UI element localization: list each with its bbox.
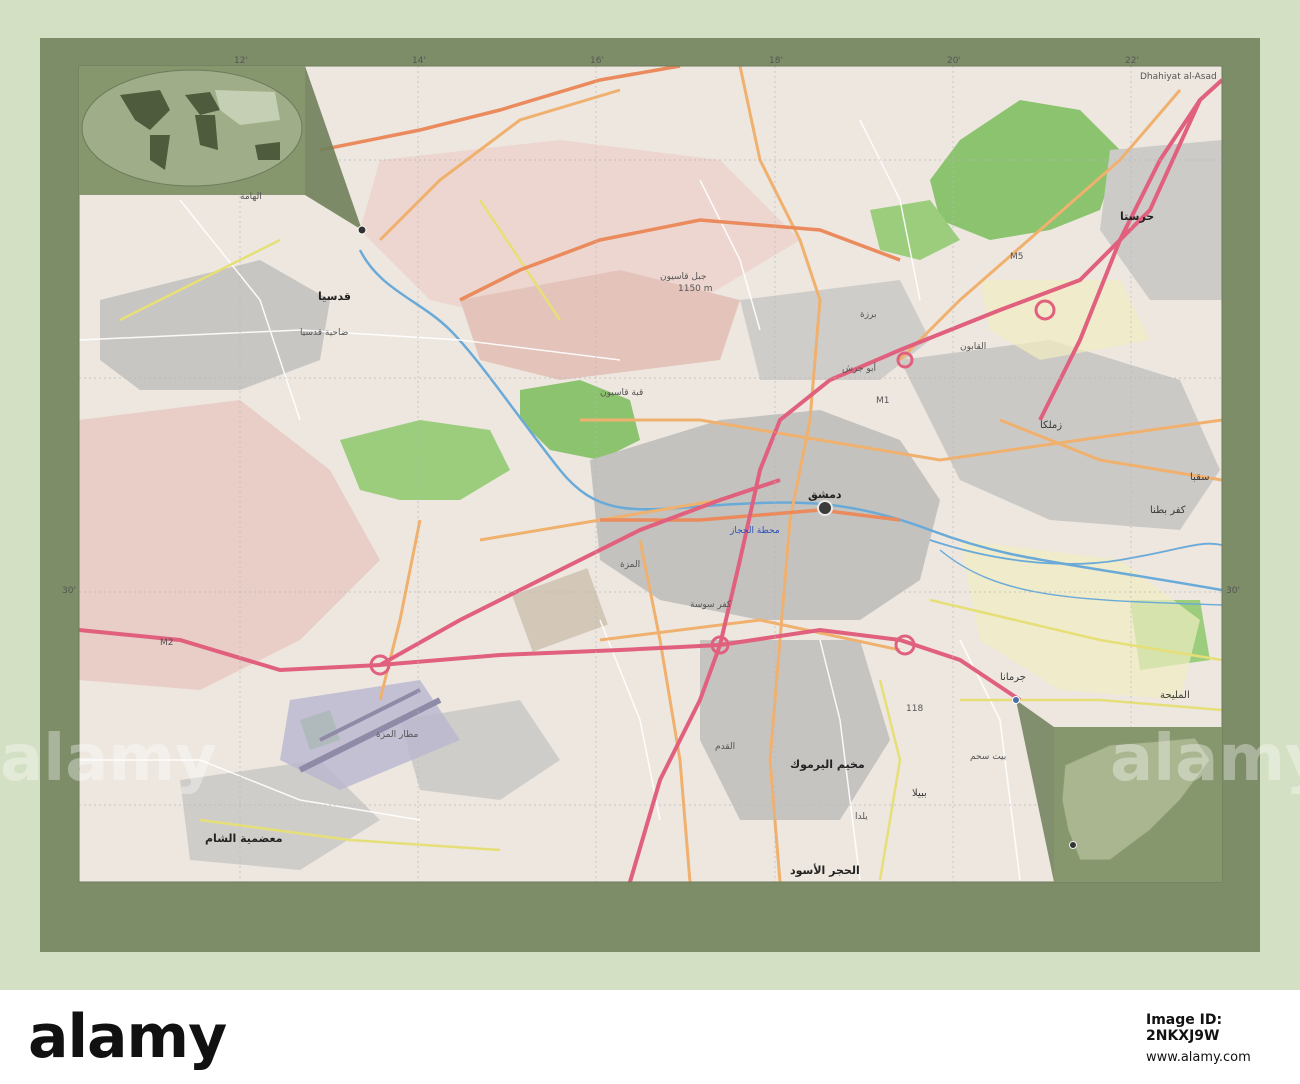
inset-pointer-dot-2 (1012, 696, 1020, 704)
watermark-right: alamy (1110, 722, 1300, 796)
image-id: Image ID: 2NKXJ9W (1146, 1012, 1223, 1044)
brand-logo[interactable]: alamy (28, 1002, 227, 1072)
watermark-left: alamy (0, 722, 217, 796)
inset-pointer-dot (357, 225, 367, 235)
site-link[interactable]: www.alamy.com (1146, 1050, 1251, 1065)
map-frame: دمشق حرستا Dhahiyat al-Asad زملكا سقبا ك… (0, 0, 1300, 990)
damascus-marker (817, 500, 833, 516)
street-map[interactable] (0, 0, 1300, 990)
lower-strip (79, 882, 1222, 926)
